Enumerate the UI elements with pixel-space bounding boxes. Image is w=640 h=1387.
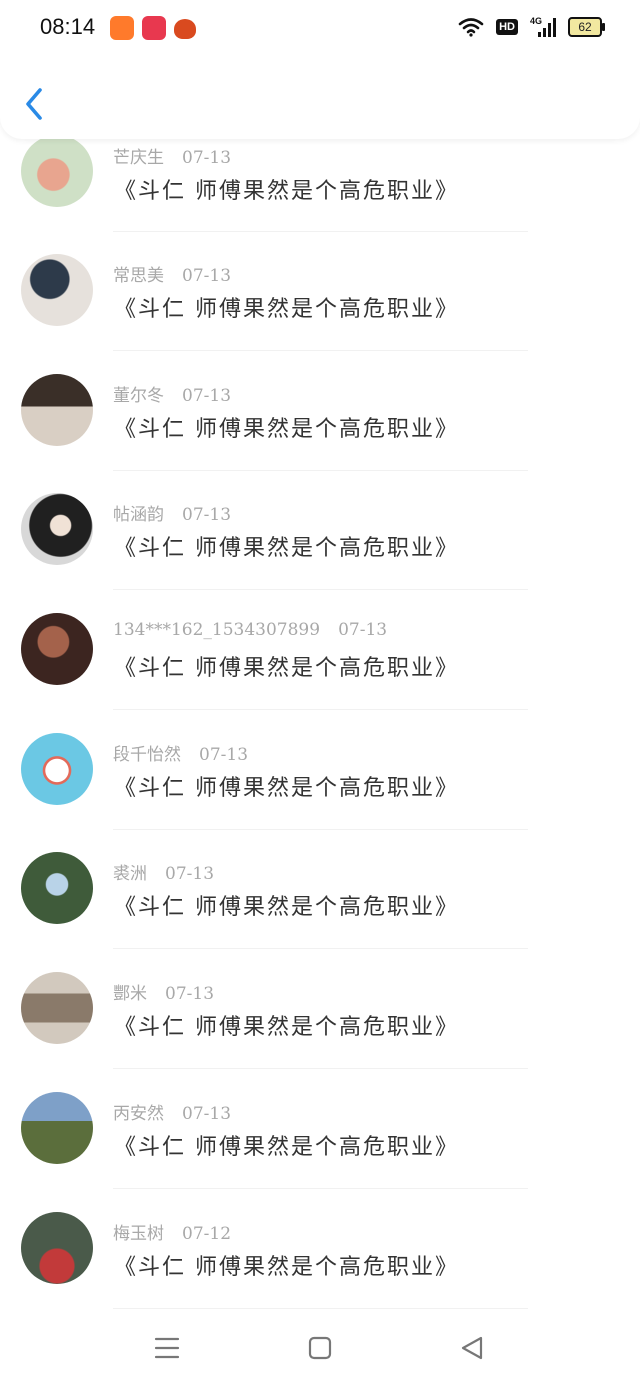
comment-date: 07-13 — [182, 505, 232, 526]
list-item[interactable]: 梅玉树 07-12 《斗仁 师傅果然是个高危职业》 — [0, 1192, 640, 1312]
comment-date: 07-13 — [182, 148, 232, 168]
battery-indicator: 62 — [568, 17, 605, 37]
comment-date: 07-13 — [182, 385, 232, 406]
list-item[interactable]: 常思美 07-13 《斗仁 师傅果然是个高危职业》 — [0, 234, 640, 354]
list-item[interactable]: 芒庆生 07-13 《斗仁 师傅果然是个高危职业》 — [0, 135, 640, 234]
avatar[interactable] — [21, 493, 93, 566]
user-name[interactable]: 董尔冬 — [113, 386, 164, 406]
header: 08:14 HD 4G 62 — [0, 0, 640, 139]
pinduoduo-app-icon — [142, 16, 166, 40]
divider — [113, 350, 528, 351]
list-item[interactable]: 丙安然 07-13 《斗仁 师傅果然是个高危职业》 — [0, 1072, 640, 1192]
comment-text: 《斗仁 师傅果然是个高危职业》 — [114, 656, 459, 682]
divider — [113, 828, 528, 830]
signal-icon: 4G — [530, 16, 556, 37]
divider — [113, 469, 528, 471]
comment-text: 《斗仁 师傅果然是个高危职业》 — [114, 1254, 459, 1280]
list-item[interactable]: 酆米 07-13 《斗仁 师傅果然是个高危职业》 — [0, 952, 640, 1072]
comment-text: 《斗仁 师傅果然是个高危职业》 — [114, 775, 459, 801]
user-name[interactable]: 梅玉树 — [113, 1224, 164, 1244]
comment-text: 《斗仁 师傅果然是个高危职业》 — [114, 297, 459, 322]
avatar[interactable] — [21, 1211, 93, 1284]
comment-text: 《斗仁 师傅果然是个高危职业》 — [114, 1134, 459, 1160]
user-name[interactable]: 裘洲 — [113, 864, 147, 884]
menu-icon[interactable] — [147, 1328, 187, 1368]
back-triangle-icon[interactable] — [452, 1328, 492, 1368]
comment-text: 《斗仁 师傅果然是个高危职业》 — [114, 895, 459, 921]
comment-date: 07-13 — [338, 620, 388, 641]
home-square-icon[interactable] — [300, 1328, 340, 1368]
comment-date: 07-13 — [165, 864, 215, 885]
user-name[interactable]: 段千怡然 — [113, 745, 181, 765]
divider — [113, 709, 528, 711]
list-item[interactable]: 段千怡然 07-13 《斗仁 师傅果然是个高危职业》 — [0, 713, 640, 833]
user-name[interactable]: 帖涵韵 — [113, 505, 164, 525]
divider — [113, 589, 528, 591]
avatar[interactable] — [21, 373, 93, 446]
comment-text: 《斗仁 师傅果然是个高危职业》 — [114, 179, 459, 204]
comment-date: 07-13 — [165, 984, 215, 1005]
game-app-icon — [174, 19, 196, 39]
taobao-app-icon — [110, 16, 134, 40]
status-time: 08:14 — [40, 14, 96, 39]
comment-date: 07-13 — [182, 1103, 232, 1124]
avatar[interactable] — [21, 135, 93, 207]
list-item[interactable]: 裘洲 07-13 《斗仁 师傅果然是个高危职业》 — [0, 832, 640, 952]
user-name[interactable]: 芒庆生 — [113, 148, 164, 168]
divider — [113, 1068, 528, 1070]
comment-text: 《斗仁 师傅果然是个高危职业》 — [114, 1015, 459, 1041]
avatar[interactable] — [21, 972, 93, 1045]
wifi-icon — [458, 18, 484, 37]
comment-date: 07-12 — [182, 1223, 232, 1244]
divider — [113, 231, 528, 232]
comment-list: 芒庆生 07-13 《斗仁 师傅果然是个高危职业》 常思美 07-13 《斗仁 师傅… — [0, 135, 640, 1312]
comment-date: 07-13 — [199, 744, 249, 765]
status-notification-icons — [110, 16, 196, 40]
user-name[interactable]: 丙安然 — [113, 1104, 164, 1124]
avatar[interactable] — [21, 852, 93, 925]
avatar[interactable] — [21, 732, 93, 805]
avatar[interactable] — [21, 254, 93, 326]
back-button[interactable] — [18, 82, 54, 126]
list-item[interactable]: 董尔冬 07-13 《斗仁 师傅果然是个高危职业》 — [0, 354, 640, 474]
user-name[interactable]: 酆米 — [113, 984, 147, 1004]
divider — [113, 1307, 528, 1309]
user-name[interactable]: 常思美 — [113, 266, 164, 286]
avatar[interactable] — [21, 613, 93, 686]
comment-text: 《斗仁 师傅果然是个高危职业》 — [114, 416, 459, 442]
comment-date: 07-13 — [182, 266, 232, 286]
list-item[interactable]: 134***162_1534307899 07-13 《斗仁 师傅果然是个高危职业… — [0, 593, 640, 713]
system-nav-bar — [0, 1310, 640, 1387]
user-name[interactable]: 134***162_1534307899 — [113, 620, 320, 640]
comment-text: 《斗仁 师傅果然是个高危职业》 — [114, 536, 459, 562]
list-item[interactable]: 帖涵韵 07-13 《斗仁 师傅果然是个高危职业》 — [0, 473, 640, 593]
divider — [113, 948, 528, 950]
avatar[interactable] — [21, 1091, 93, 1164]
status-indicators: HD 4G 62 — [458, 16, 605, 38]
hd-badge: HD — [496, 19, 518, 35]
network-type: 4G — [530, 16, 542, 26]
divider — [113, 1187, 528, 1189]
